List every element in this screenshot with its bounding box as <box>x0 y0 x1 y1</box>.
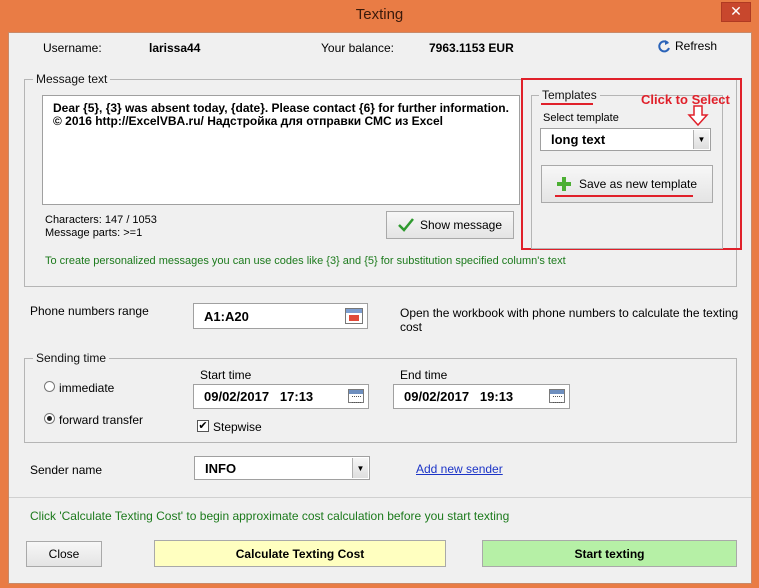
balance-label: Your balance: <box>321 41 394 55</box>
refresh-button[interactable]: Refresh <box>657 38 717 54</box>
phone-range-label: Phone numbers range <box>30 304 149 318</box>
template-select-value: long text <box>551 132 606 147</box>
texting-window: Texting ✕ Username: larissa44 Your balan… <box>0 0 759 588</box>
chevron-down-icon[interactable]: ▼ <box>693 130 709 149</box>
save-template-label: Save as new template <box>578 177 698 191</box>
stepwise-label: Stepwise <box>213 420 262 434</box>
close-button[interactable]: Close <box>26 541 102 567</box>
username-label: Username: <box>43 41 102 55</box>
stepwise-checkbox[interactable]: ✔ <box>197 420 209 432</box>
window-title: Texting <box>355 6 404 23</box>
start-texting-button[interactable]: Start texting <box>482 540 737 567</box>
add-new-sender-link[interactable]: Add new sender <box>416 462 503 476</box>
phone-range-hint: Open the workbook with phone numbers to … <box>400 306 739 334</box>
start-time-input[interactable]: 09/02/2017 17:13 <box>193 384 369 409</box>
personalization-hint: To create personalized messages you can … <box>45 255 566 267</box>
start-time-label: Start time <box>200 368 252 382</box>
message-parts: Message parts: >=1 <box>45 227 143 239</box>
end-time-input[interactable]: 09/02/2017 19:13 <box>393 384 570 409</box>
forward-transfer-radio[interactable] <box>44 413 55 424</box>
sender-name-label: Sender name <box>30 463 103 477</box>
close-icon: ✕ <box>730 3 742 19</box>
end-time-label: End time <box>400 368 448 382</box>
immediate-radio[interactable] <box>44 381 55 392</box>
select-template-label: Select template <box>543 112 619 124</box>
start-texting-label: Start texting <box>574 546 645 561</box>
start-time-value: 09/02/2017 17:13 <box>204 389 314 404</box>
templates-legend: Templates <box>539 88 600 102</box>
range-picker-icon[interactable] <box>345 308 363 324</box>
save-template-button[interactable]: Save as new template <box>541 165 713 203</box>
refresh-label: Refresh <box>675 39 718 53</box>
sending-time-group <box>24 358 737 443</box>
footer-divider <box>9 497 751 498</box>
balance-value: 7963.1153 EUR <box>429 41 514 55</box>
username-value: larissa44 <box>149 41 201 55</box>
message-text-legend: Message text <box>33 72 111 86</box>
plus-icon <box>556 177 571 191</box>
immediate-label: immediate <box>59 381 115 395</box>
window-close-button[interactable]: ✕ <box>721 2 751 22</box>
close-button-label: Close <box>48 547 80 561</box>
save-template-underline <box>555 195 693 197</box>
calendar-icon[interactable] <box>549 389 565 403</box>
refresh-icon <box>658 40 670 53</box>
show-message-label: Show message <box>419 218 503 232</box>
sending-time-legend: Sending time <box>33 351 110 365</box>
sender-select[interactable]: INFO ▼ <box>194 456 370 480</box>
calculate-hint: Click 'Calculate Texting Cost' to begin … <box>30 509 510 523</box>
dialog-body: Username: larissa44 Your balance: 7963.1… <box>8 32 752 584</box>
template-select[interactable]: long text ▼ <box>540 128 711 151</box>
characters-count: Characters: 147 / 1053 <box>45 214 157 226</box>
calculate-cost-button[interactable]: Calculate Texting Cost <box>154 540 446 567</box>
forward-transfer-label: forward transfer <box>59 413 144 427</box>
calendar-icon[interactable] <box>348 389 364 403</box>
checkmark-icon <box>398 218 414 232</box>
end-time-value: 09/02/2017 19:13 <box>404 389 514 404</box>
arrow-down-icon <box>687 105 709 127</box>
title-bar: Texting ✕ <box>0 0 759 30</box>
sender-select-value: INFO <box>205 460 237 476</box>
phone-range-value: A1:A20 <box>204 308 249 324</box>
chevron-down-icon[interactable]: ▼ <box>352 458 368 478</box>
calculate-cost-label: Calculate Texting Cost <box>235 546 365 561</box>
show-message-button[interactable]: Show message <box>386 211 514 239</box>
templates-underline <box>541 103 593 105</box>
message-textarea[interactable]: Dear {5}, {3} was absent today, {date}. … <box>42 95 520 205</box>
phone-range-input[interactable]: A1:A20 <box>193 303 368 329</box>
click-to-select-annotation: Click to Select <box>641 92 730 107</box>
